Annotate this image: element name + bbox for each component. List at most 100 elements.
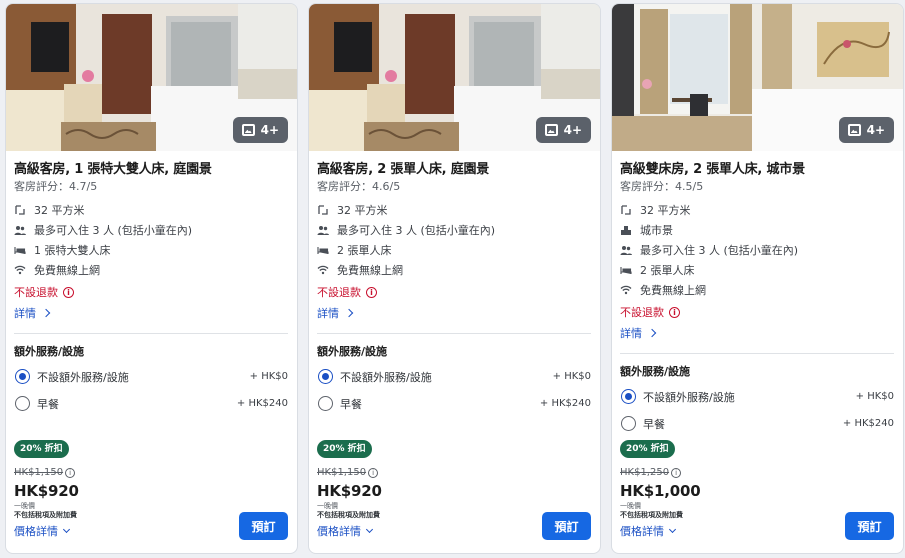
bed-icon	[620, 264, 632, 276]
occupancy-icon	[14, 224, 26, 236]
extra-option-breakfast[interactable]: 早餐 + HK$240	[317, 390, 591, 417]
wifi-icon	[14, 264, 26, 276]
price-details-link[interactable]: 價格詳情	[317, 523, 374, 539]
discount-badge: 20% 折扣	[620, 440, 675, 458]
bed-icon	[14, 244, 26, 256]
city-view-icon	[620, 224, 632, 236]
radio-selected[interactable]	[15, 369, 30, 384]
price-per-night-label: 一晚價	[620, 502, 641, 510]
extra-option-breakfast[interactable]: 早餐 + HK$240	[620, 410, 894, 437]
book-button[interactable]: 預訂	[542, 512, 591, 540]
room-card: 4+ 高級雙床房, 2 張單人床, 城市景 客房評分：4.5/5 32 平方米 …	[611, 3, 904, 554]
chevron-down-icon	[365, 525, 374, 534]
chevron-down-icon	[62, 525, 71, 534]
original-price: HK$1,150 i	[317, 467, 379, 478]
divider	[317, 333, 591, 334]
current-price: HK$920	[14, 482, 79, 500]
chevron-right-icon	[344, 308, 354, 318]
extra-option-none[interactable]: 不設額外服務/設施 + HK$0	[317, 363, 591, 390]
book-button[interactable]: 預訂	[239, 512, 288, 540]
current-price: HK$1,000	[620, 482, 701, 500]
non-refundable-notice: 不設退款 i	[14, 282, 288, 302]
gallery-icon	[241, 124, 255, 136]
wifi-icon	[620, 284, 632, 296]
extra-option-breakfast[interactable]: 早餐 + HK$240	[14, 390, 288, 417]
floor-area-icon	[620, 204, 632, 216]
feature-bed: 2 張單人床	[317, 240, 591, 260]
room-card: 4+ 高級客房, 1 張特大雙人床, 庭園景 客房評分：4.7/5 32 平方米…	[5, 3, 298, 554]
extras-title: 額外服務/設施	[14, 345, 85, 358]
feature-bed: 2 張單人床	[620, 260, 894, 280]
feature-occupancy: 最多可入住 3 人 (包括小童在內)	[317, 220, 591, 240]
photo-count: 4+	[563, 123, 582, 137]
non-refundable-notice: 不設退款 i	[620, 302, 894, 322]
gallery-icon	[544, 124, 558, 136]
radio-unselected[interactable]	[15, 396, 30, 411]
taxes-note: 不包括稅項及附加費	[317, 511, 380, 519]
chevron-right-icon	[647, 328, 657, 338]
photo-gallery-badge[interactable]: 4+	[232, 117, 288, 143]
radio-unselected[interactable]	[318, 396, 333, 411]
chevron-right-icon	[41, 308, 51, 318]
current-price: HK$920	[317, 482, 382, 500]
room-card: 4+ 高級客房, 2 張單人床, 庭園景 客房評分：4.6/5 32 平方米 最…	[308, 3, 601, 554]
room-rating: 客房評分：4.7/5	[14, 180, 98, 193]
price-details-link[interactable]: 價格詳情	[620, 523, 677, 539]
occupancy-icon	[317, 224, 329, 236]
radio-unselected[interactable]	[621, 416, 636, 431]
book-button[interactable]: 預訂	[845, 512, 894, 540]
floor-area-icon	[317, 204, 329, 216]
original-price: HK$1,250 i	[620, 467, 682, 478]
room-photo[interactable]: 4+	[612, 4, 903, 151]
feature-wifi: 免費無線上網	[317, 260, 591, 280]
taxes-note: 不包括稅項及附加費	[14, 511, 77, 519]
room-rating: 客房評分：4.5/5	[620, 180, 704, 193]
gallery-icon	[847, 124, 861, 136]
room-photo[interactable]: 4+	[309, 4, 600, 151]
price-per-night-label: 一晚價	[317, 502, 338, 510]
discount-badge: 20% 折扣	[317, 440, 372, 458]
discount-badge: 20% 折扣	[14, 440, 69, 458]
divider	[620, 353, 894, 354]
original-price: HK$1,150 i	[14, 467, 76, 478]
chevron-down-icon	[668, 525, 677, 534]
extra-option-none[interactable]: 不設額外服務/設施 + HK$0	[620, 383, 894, 410]
feature-floor-area: 32 平方米	[620, 200, 894, 220]
info-icon[interactable]: i	[65, 467, 76, 478]
info-icon[interactable]: i	[63, 286, 74, 298]
extras-title: 額外服務/設施	[620, 365, 691, 378]
feature-wifi: 免費無線上網	[620, 280, 894, 300]
room-title: 高級客房, 1 張特大雙人床, 庭園景	[14, 162, 212, 177]
bed-icon	[317, 244, 329, 256]
info-icon[interactable]: i	[366, 286, 377, 298]
radio-selected[interactable]	[621, 389, 636, 404]
wifi-icon	[317, 264, 329, 276]
details-link[interactable]: 詳情	[620, 322, 894, 344]
info-icon[interactable]: i	[669, 306, 680, 318]
radio-selected[interactable]	[318, 369, 333, 384]
occupancy-icon	[620, 244, 632, 256]
details-link[interactable]: 詳情	[14, 302, 288, 324]
feature-occupancy: 最多可入住 3 人 (包括小童在內)	[14, 220, 288, 240]
feature-floor-area: 32 平方米	[14, 200, 288, 220]
photo-count: 4+	[260, 123, 279, 137]
feature-bed: 1 張特大雙人床	[14, 240, 288, 260]
extras-title: 額外服務/設施	[317, 345, 388, 358]
photo-gallery-badge[interactable]: 4+	[838, 117, 894, 143]
extra-option-none[interactable]: 不設額外服務/設施 + HK$0	[14, 363, 288, 390]
floor-area-icon	[14, 204, 26, 216]
room-photo[interactable]: 4+	[6, 4, 297, 151]
photo-count: 4+	[866, 123, 885, 137]
feature-floor-area: 32 平方米	[317, 200, 591, 220]
price-details-link[interactable]: 價格詳情	[14, 523, 71, 539]
room-title: 高級客房, 2 張單人床, 庭園景	[317, 162, 490, 177]
info-icon[interactable]: i	[671, 467, 682, 478]
taxes-note: 不包括稅項及附加費	[620, 511, 683, 519]
details-link[interactable]: 詳情	[317, 302, 591, 324]
price-per-night-label: 一晚價	[14, 502, 35, 510]
info-icon[interactable]: i	[368, 467, 379, 478]
feature-occupancy: 最多可入住 3 人 (包括小童在內)	[620, 240, 894, 260]
photo-gallery-badge[interactable]: 4+	[535, 117, 591, 143]
room-title: 高級雙床房, 2 張單人床, 城市景	[620, 162, 805, 177]
feature-city-view: 城市景	[620, 220, 894, 240]
